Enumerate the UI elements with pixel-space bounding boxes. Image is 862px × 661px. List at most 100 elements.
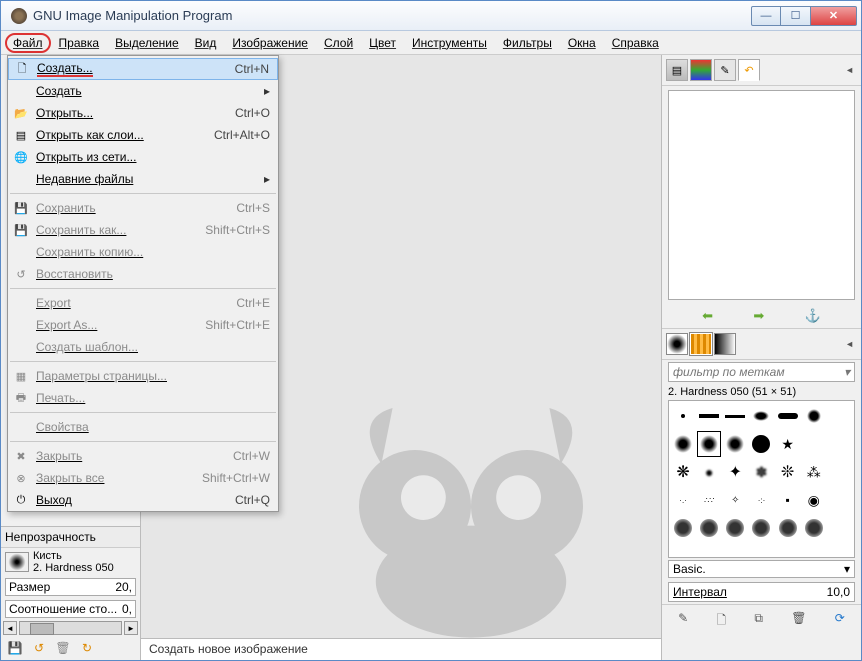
reset-icon[interactable]: ↻ xyxy=(79,640,95,656)
brush-item[interactable] xyxy=(802,431,826,457)
tab-menu-icon[interactable]: ◄ xyxy=(842,65,857,75)
menu-item-сохранить-как-: 💾Сохранить как...Shift+Ctrl+S xyxy=(8,219,278,241)
brush-item[interactable]: ∴∵ xyxy=(697,487,721,513)
blank-icon xyxy=(12,317,30,333)
del-brush-icon[interactable]: 🗑 xyxy=(791,611,806,632)
tab-gradients[interactable] xyxy=(714,333,736,355)
brush-item[interactable] xyxy=(776,515,800,541)
tab-brushes[interactable] xyxy=(666,333,688,355)
brush-item[interactable] xyxy=(671,431,695,457)
menu-windows[interactable]: Окна xyxy=(560,33,604,53)
menu-edit[interactable]: Правка xyxy=(51,33,108,53)
ratio-row[interactable]: Соотношение сто... 0, xyxy=(1,598,140,620)
brush-item[interactable] xyxy=(776,403,800,429)
refresh-brush-icon[interactable]: ⟳ xyxy=(835,611,845,632)
brush-item[interactable] xyxy=(723,403,747,429)
menu-item-открыть-из-сети-[interactable]: 🌐Открыть из сети... xyxy=(8,146,278,168)
menu-item-выход[interactable]: ⏻ВыходCtrl+Q xyxy=(8,489,278,511)
interval-value: 10,0 xyxy=(827,585,850,599)
brush-item-selected[interactable] xyxy=(697,431,721,457)
shortcut-label: Ctrl+O xyxy=(235,106,270,120)
menu-layer[interactable]: Слой xyxy=(316,33,361,53)
brush-item[interactable] xyxy=(749,515,773,541)
brush-item[interactable] xyxy=(697,403,721,429)
new-brush-icon[interactable]: 🗋 xyxy=(716,611,726,632)
menu-item-создать[interactable]: Создать▸ xyxy=(8,80,278,102)
menu-filters[interactable]: Фильтры xyxy=(495,33,560,53)
menu-color[interactable]: Цвет xyxy=(361,33,404,53)
dup-brush-icon[interactable]: ⧉ xyxy=(754,611,763,632)
menu-view[interactable]: Вид xyxy=(187,33,225,53)
menu-file[interactable]: Файл xyxy=(5,33,51,53)
brush-item[interactable] xyxy=(802,403,826,429)
maximize-button[interactable]: ☐ xyxy=(781,6,811,26)
tab-layers[interactable]: ▤ xyxy=(666,59,688,81)
brush-grid[interactable]: ★ ❋ ● ✦ ✽ ❊ ⁂ ·.· ∴∵ ✧ ·:· ▪ ◉ xyxy=(668,400,855,558)
window-title: GNU Image Manipulation Program xyxy=(33,8,751,23)
menu-item-открыть-как-слои-[interactable]: ▤Открыть как слои...Ctrl+Alt+O xyxy=(8,124,278,146)
tab-undo[interactable]: ↶ xyxy=(738,59,760,81)
menu-image[interactable]: Изображение xyxy=(224,33,316,53)
brush-item[interactable]: ·.· xyxy=(671,487,695,513)
delete-icon[interactable]: 🗑 xyxy=(55,640,71,656)
menu-item-закрыть: ✖ЗакрытьCtrl+W xyxy=(8,445,278,467)
brush-item[interactable] xyxy=(828,403,852,429)
brush-item[interactable] xyxy=(671,515,695,541)
brush-item[interactable]: ◉ xyxy=(802,487,826,513)
scrollbar-horiz[interactable]: ◄► xyxy=(1,620,140,636)
brush-item[interactable] xyxy=(828,459,852,485)
brush-item[interactable]: ⁂ xyxy=(802,459,826,485)
brush-item[interactable]: ★ xyxy=(776,431,800,457)
brush-item[interactable] xyxy=(697,515,721,541)
brush-item[interactable] xyxy=(749,431,773,457)
brush-item[interactable] xyxy=(749,403,773,429)
undo-back-icon[interactable]: ⬅ xyxy=(702,308,713,324)
brush-item[interactable] xyxy=(723,515,747,541)
tab-paths[interactable]: ✎ xyxy=(714,59,736,81)
tab-channels[interactable] xyxy=(690,59,712,81)
brush-item[interactable] xyxy=(828,487,852,513)
close-button[interactable]: ✕ xyxy=(811,6,857,26)
brush-item[interactable] xyxy=(828,431,852,457)
menu-item-недавние-файлы[interactable]: Недавние файлы▸ xyxy=(8,168,278,190)
interval-label: Интервал xyxy=(673,585,727,599)
brush-item[interactable]: ✧ xyxy=(723,487,747,513)
brush-item[interactable] xyxy=(671,403,695,429)
minimize-button[interactable]: — xyxy=(751,6,781,26)
brush-item[interactable]: ✽ xyxy=(749,459,773,485)
size-row[interactable]: Размер 20, xyxy=(1,576,140,598)
save-preset-icon[interactable]: 💾 xyxy=(7,640,23,656)
menu-item-восстановить: ↺Восстановить xyxy=(8,263,278,285)
brush-item[interactable]: ❋ xyxy=(671,459,695,485)
undo-fwd-icon[interactable]: ➡ xyxy=(753,308,764,324)
tool-options: Непрозрачность Кисть 2. Hardness 050 Раз… xyxy=(1,526,140,660)
brush-label: Кисть xyxy=(33,550,136,562)
menu-item-label: Export As... xyxy=(36,318,205,332)
tab-patterns[interactable] xyxy=(690,333,712,355)
brush-item[interactable]: ▪ xyxy=(776,487,800,513)
brush-item[interactable]: ✦ xyxy=(723,459,747,485)
menu-tools[interactable]: Инструменты xyxy=(404,33,495,53)
brush-item[interactable]: ·:· xyxy=(749,487,773,513)
brush-item[interactable]: ❊ xyxy=(776,459,800,485)
menu-help[interactable]: Справка xyxy=(604,33,667,53)
brush-item[interactable]: ● xyxy=(697,459,721,485)
filter-tags-input[interactable]: фильтр по меткам ▾ xyxy=(668,362,855,382)
tab-menu-icon-2[interactable]: ◄ xyxy=(842,339,857,349)
undo-anchor-icon[interactable]: ⚓ xyxy=(805,308,821,324)
left-quick-icons: 💾 ↺ 🗑 ↻ xyxy=(1,636,140,660)
menu-item-создать-[interactable]: 🗋Создать...Ctrl+N xyxy=(8,58,278,80)
shortcut-label: Ctrl+E xyxy=(236,296,270,310)
brush-swatch[interactable] xyxy=(5,552,29,572)
preview-panel xyxy=(668,90,855,300)
blank-icon xyxy=(12,83,30,99)
save-icon: 💾 xyxy=(12,200,30,216)
edit-brush-icon[interactable]: ✎ xyxy=(678,611,688,632)
brush-item[interactable] xyxy=(802,515,826,541)
menu-item-открыть-[interactable]: 📂Открыть...Ctrl+O xyxy=(8,102,278,124)
brush-item[interactable] xyxy=(723,431,747,457)
menu-select[interactable]: Выделение xyxy=(107,33,187,53)
interval-input[interactable]: Интервал 10,0 xyxy=(668,582,855,602)
restore-icon[interactable]: ↺ xyxy=(31,640,47,656)
preset-combo[interactable]: Basic. ▾ xyxy=(668,560,855,578)
